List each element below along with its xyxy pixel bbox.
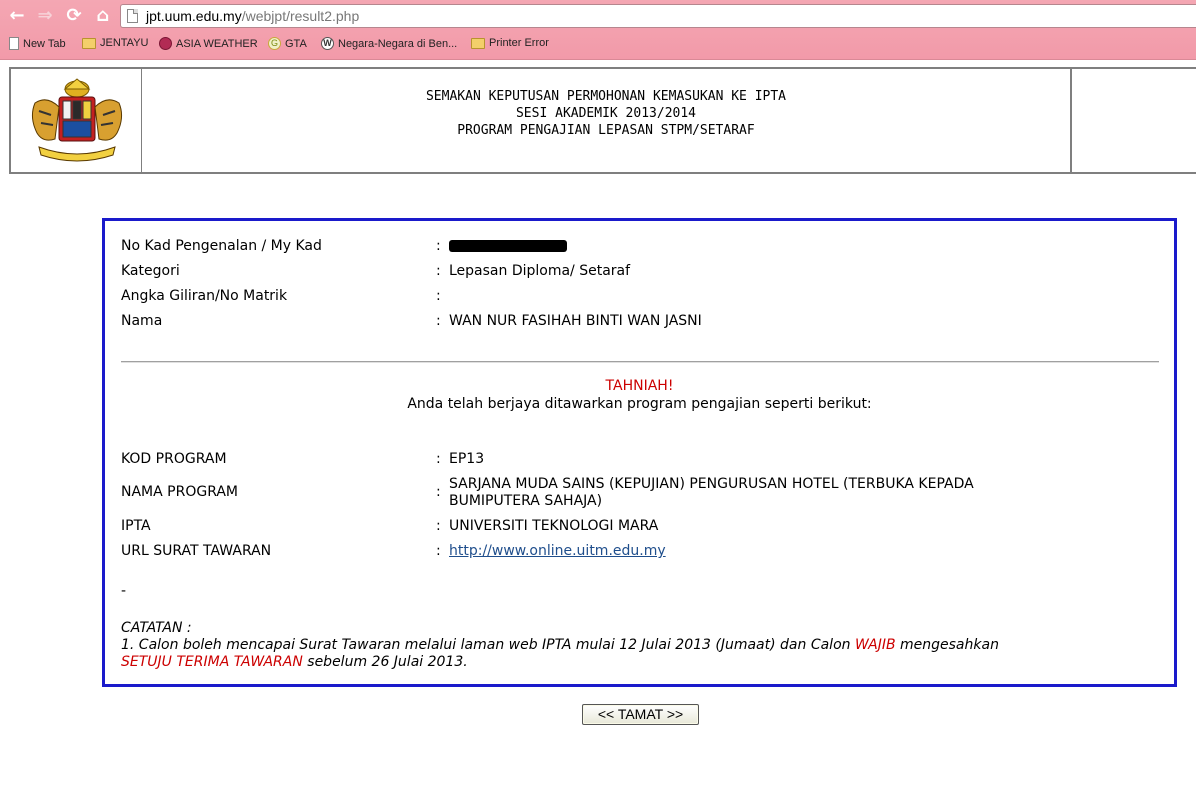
divider [121,361,1159,363]
browser-toolbar: ← ⇒ ⟳ ⌂ jpt.uum.edu.my/webjpt/result2.ph… [0,0,1196,33]
note-part-2: mengesahkan [895,637,999,653]
page-icon [9,37,19,50]
page-icon [127,9,138,23]
colon: : [436,484,441,500]
field-label-ipta: IPTA [121,518,151,534]
bookmark-label: Negara-Negara di Ben... [338,37,458,50]
colon: : [436,238,441,254]
bookmark-label: ASIA WEATHER [176,37,258,50]
field-label-angka-giliran: Angka Giliran/No Matrik [121,288,288,304]
coat-of-arms-icon [31,78,123,162]
field-label-url: URL SURAT TAWARAN [121,543,272,559]
header-title: SEMAKAN KEPUTUSAN PERMOHONAN KEMASUKAN K… [142,69,1072,172]
dash-text: - [121,583,127,599]
bookmark-label: JENTAYU [100,37,149,49]
ic-number-redacted [449,238,567,254]
note-setuju: SETUJU TERIMA TAWARAN [121,654,303,670]
back-icon[interactable]: ← [6,5,28,27]
bookmark-jentayu[interactable]: JENTAYU [82,37,149,49]
colon: : [436,263,441,279]
bookmark-negara[interactable]: W Negara-Negara di Ben... [321,37,457,50]
congrats-heading: TAHNIAH! [605,378,674,394]
field-label-nama: Nama [121,313,163,329]
colon: : [436,313,441,329]
note-title: CATATAN : [121,620,192,636]
field-label-kategori: Kategori [121,263,180,279]
wordpress-icon: W [321,37,334,50]
result-box: No Kad Pengenalan / My Kad : Kategori : … [102,218,1177,687]
page-header: SEMAKAN KEPUTUSAN PERMOHONAN KEMASUKAN K… [9,67,1196,174]
forward-icon[interactable]: ⇒ [34,5,56,27]
note-part-1: 1. Calon boleh mencapai Surat Tawaran me… [121,637,855,653]
bookmark-printer-error[interactable]: Printer Error [471,37,549,49]
colon: : [436,518,441,534]
gta-icon: G [268,37,281,50]
offer-letter-link[interactable]: http://www.online.uitm.edu.my [449,543,666,559]
bookmark-label: GTA [285,37,307,50]
bookmark-new-tab[interactable]: New Tab [9,37,66,50]
header-line-1: SEMAKAN KEPUTUSAN PERMOHONAN KEMASUKAN K… [425,89,787,104]
folder-icon [82,37,96,49]
url-path: /webjpt/result2.php [241,8,360,24]
nama-program-line-2: BUMIPUTERA SAHAJA) [449,493,603,509]
field-value-nama: WAN NUR FASIHAH BINTI WAN JASNI [449,313,702,329]
bookmark-asia-weather[interactable]: ASIA WEATHER [159,37,258,50]
colon: : [436,451,441,467]
nama-program-line-1: SARJANA MUDA SAINS (KEPUJIAN) PENGURUSAN… [449,476,974,492]
field-value-kod-program: EP13 [449,451,485,467]
bookmark-gta[interactable]: G GTA [268,37,307,50]
address-bar[interactable]: jpt.uum.edu.my/webjpt/result2.php [120,4,1196,28]
header-line-3: PROGRAM PENGAJIAN LEPASAN STPM/SETARAF [457,123,755,138]
note-wajib: WAJIB [854,637,896,653]
bookmarks-bar: New Tab JENTAYU ASIA WEATHER G GTA W Neg… [0,33,1196,55]
tamat-button[interactable]: << TAMAT >> [582,704,699,725]
header-line-2: SESI AKADEMIK 2013/2014 [515,106,696,121]
bookmark-label: Printer Error [489,37,549,49]
field-value-nama-program: SARJANA MUDA SAINS (KEPUJIAN) PENGURUSAN… [449,476,974,510]
colon: : [436,288,441,304]
note-body: 1. Calon boleh mencapai Surat Tawaran me… [121,637,1161,671]
field-label-nama-program: NAMA PROGRAM [121,484,239,500]
globe-icon [159,37,172,50]
field-value-ipta: UNIVERSITI TEKNOLOGI MARA [449,518,659,534]
reload-icon[interactable]: ⟳ [63,5,85,27]
field-label-ic: No Kad Pengenalan / My Kad [121,238,322,254]
field-value-kategori: Lepasan Diploma/ Setaraf [449,263,631,279]
redaction-mark [449,240,567,252]
bookmark-label: New Tab [23,37,66,50]
colon: : [436,543,441,559]
offer-message: Anda telah berjaya ditawarkan program pe… [407,396,872,412]
address-url[interactable]: jpt.uum.edu.my/webjpt/result2.php [146,8,359,24]
note-part-3: sebelum 26 Julai 2013. [302,654,468,670]
url-host: jpt.uum.edu.my [146,8,242,24]
browser-chrome: ← ⇒ ⟳ ⌂ jpt.uum.edu.my/webjpt/result2.ph… [0,0,1196,60]
home-icon[interactable]: ⌂ [92,5,114,27]
folder-icon [471,37,485,49]
header-logo-cell [11,69,142,172]
field-label-kod-program: KOD PROGRAM [121,451,227,467]
